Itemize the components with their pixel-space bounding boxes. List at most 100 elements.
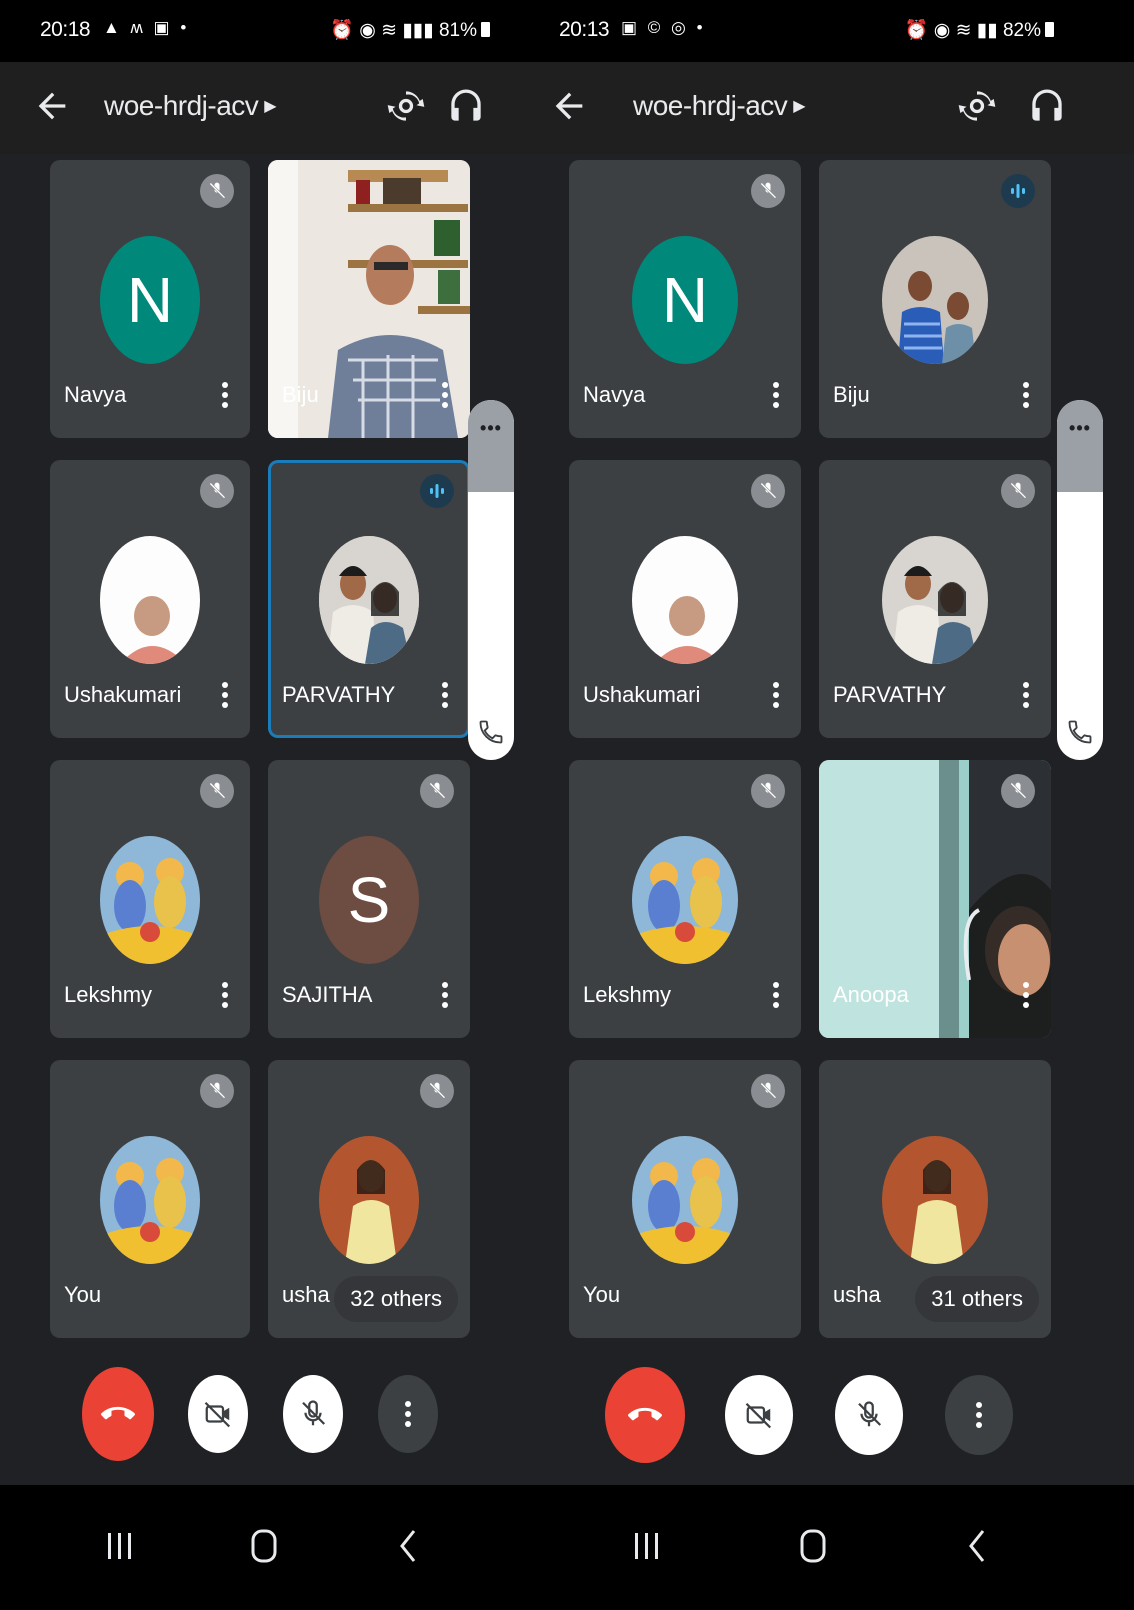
status-notification-icons: ▣ © ◎ • — [621, 18, 706, 37]
more-vert-icon[interactable] — [220, 978, 230, 1012]
avatar-letter: N — [661, 264, 709, 336]
status-bar: 20:13 ▣ © ◎ • ⏰ ◉ ≋ ▮▮ 82% — [529, 0, 1134, 62]
more-vert-icon[interactable] — [440, 378, 450, 412]
chevron-right-icon: ▶ — [264, 98, 277, 115]
camera-switch-icon[interactable] — [384, 84, 428, 128]
others-count-button[interactable]: 31 others — [915, 1276, 1039, 1322]
left-phone-screen: 20:18 ▲ ʍ ▣ • ⏰ ◉ ≋ ▮▮▮ 81% woe-hrdj-acv… — [0, 0, 530, 1610]
participant-tile-you[interactable]: You — [569, 1060, 801, 1338]
participant-tile-sajitha[interactable]: S SAJITHA — [268, 760, 470, 1038]
call-controls — [529, 1345, 1134, 1485]
participant-name: SAJITHA — [282, 982, 373, 1007]
participant-tile-ushakumari[interactable]: Ushakumari — [50, 460, 250, 738]
more-vert-icon[interactable] — [440, 678, 450, 712]
participant-name: You — [583, 1282, 621, 1307]
phone-icon[interactable] — [477, 718, 505, 746]
participant-tile-lekshmy[interactable]: Lekshmy — [569, 760, 801, 1038]
camera-switch-icon[interactable] — [955, 84, 999, 128]
system-nav-bar — [529, 1485, 1134, 1610]
recents-icon[interactable] — [627, 1521, 667, 1571]
videocam-off-icon — [204, 1401, 231, 1428]
avatar-photo — [100, 836, 200, 964]
side-panel[interactable]: ••• — [1057, 400, 1103, 760]
camera-toggle-button[interactable] — [188, 1375, 248, 1453]
more-vert-icon — [405, 1401, 411, 1427]
audio-level-icon — [420, 474, 454, 508]
home-icon[interactable] — [793, 1521, 833, 1571]
more-vert-icon[interactable] — [771, 678, 781, 712]
avatar: N — [100, 236, 200, 364]
avatar-photo — [882, 236, 988, 364]
camera-toggle-button[interactable] — [725, 1375, 793, 1455]
home-icon[interactable] — [244, 1521, 284, 1571]
headphones-icon[interactable] — [1025, 84, 1069, 128]
more-vert-icon[interactable] — [771, 378, 781, 412]
right-phone-screen: 20:13 ▣ © ◎ • ⏰ ◉ ≋ ▮▮ 82% woe-hrdj-acv ▶… — [529, 0, 1134, 1610]
avatar-photo — [632, 836, 738, 964]
end-call-button[interactable] — [82, 1367, 154, 1461]
audio-level-icon — [1001, 174, 1035, 208]
side-panel[interactable]: ••• — [468, 400, 514, 760]
system-nav-bar — [0, 1485, 530, 1610]
mic-off-icon — [751, 474, 785, 508]
participant-tile-biju[interactable]: Biju — [819, 160, 1051, 438]
more-vert-icon[interactable] — [1021, 678, 1031, 712]
more-vert-icon[interactable] — [220, 378, 230, 412]
participant-tile-lekshmy[interactable]: Lekshmy — [50, 760, 250, 1038]
headphones-icon[interactable] — [444, 84, 488, 128]
avatar-photo — [882, 1136, 988, 1264]
avatar-letter: S — [347, 864, 391, 936]
participant-tile-you[interactable]: You — [50, 1060, 250, 1338]
more-vert-icon[interactable] — [220, 678, 230, 712]
more-horiz-icon[interactable]: ••• — [468, 418, 514, 439]
participant-name: Anoopa — [833, 982, 909, 1007]
mic-off-icon — [1001, 774, 1035, 808]
mic-off-icon — [1001, 474, 1035, 508]
status-notification-icons: ▲ ʍ ▣ • — [103, 18, 190, 37]
more-options-button[interactable] — [378, 1375, 438, 1453]
battery-icon — [481, 22, 490, 37]
mic-toggle-button[interactable] — [283, 1375, 343, 1453]
avatar-letter: N — [126, 264, 174, 336]
more-vert-icon[interactable] — [1021, 378, 1031, 412]
mic-off-icon — [858, 1401, 882, 1427]
participant-tile-usha[interactable]: usha 32 others — [268, 1060, 470, 1338]
meeting-code: woe-hrdj-acv — [633, 90, 788, 121]
participant-tile-biju[interactable]: Biju — [268, 160, 470, 438]
phone-icon[interactable] — [1066, 718, 1094, 746]
nav-back-icon[interactable] — [388, 1521, 428, 1571]
participant-tile-usha[interactable]: usha 31 others — [819, 1060, 1051, 1338]
battery-icon — [1045, 22, 1054, 37]
avatar-photo — [100, 1136, 200, 1264]
participant-name: You — [64, 1282, 102, 1307]
mic-off-icon — [420, 1074, 454, 1108]
avatar-photo — [319, 1136, 419, 1264]
end-call-button[interactable] — [605, 1367, 685, 1463]
arrow-left-icon[interactable] — [32, 86, 72, 126]
more-options-button[interactable] — [945, 1375, 1013, 1455]
mic-toggle-button[interactable] — [835, 1375, 903, 1455]
meeting-code-button[interactable]: woe-hrdj-acv ▶ — [633, 90, 806, 122]
more-vert-icon[interactable] — [1021, 978, 1031, 1012]
nav-back-icon[interactable] — [957, 1521, 997, 1571]
more-vert-icon[interactable] — [440, 978, 450, 1012]
recents-icon[interactable] — [100, 1521, 140, 1571]
side-panel-header — [468, 400, 514, 492]
mic-off-icon — [751, 1074, 785, 1108]
mic-off-icon — [200, 774, 234, 808]
participant-tile-navya[interactable]: N Navya — [50, 160, 250, 438]
videocam-off-icon — [745, 1402, 772, 1429]
participant-tile-anoopa[interactable]: Anoopa — [819, 760, 1051, 1038]
participant-tile-ushakumari[interactable]: Ushakumari — [569, 460, 801, 738]
participant-tile-parvathy[interactable]: PARVATHY — [268, 460, 470, 738]
avatar-photo — [319, 536, 419, 664]
arrow-left-icon[interactable] — [549, 86, 589, 126]
mic-off-icon — [200, 1074, 234, 1108]
participant-tile-parvathy[interactable]: PARVATHY — [819, 460, 1051, 738]
status-battery: ⏰ ◉ ≋ ▮▮ 82% — [905, 18, 1054, 42]
meeting-code-button[interactable]: woe-hrdj-acv ▶ — [104, 90, 277, 122]
others-count-button[interactable]: 32 others — [334, 1276, 458, 1322]
participant-tile-navya[interactable]: N Navya — [569, 160, 801, 438]
more-horiz-icon[interactable]: ••• — [1057, 418, 1103, 439]
more-vert-icon[interactable] — [771, 978, 781, 1012]
